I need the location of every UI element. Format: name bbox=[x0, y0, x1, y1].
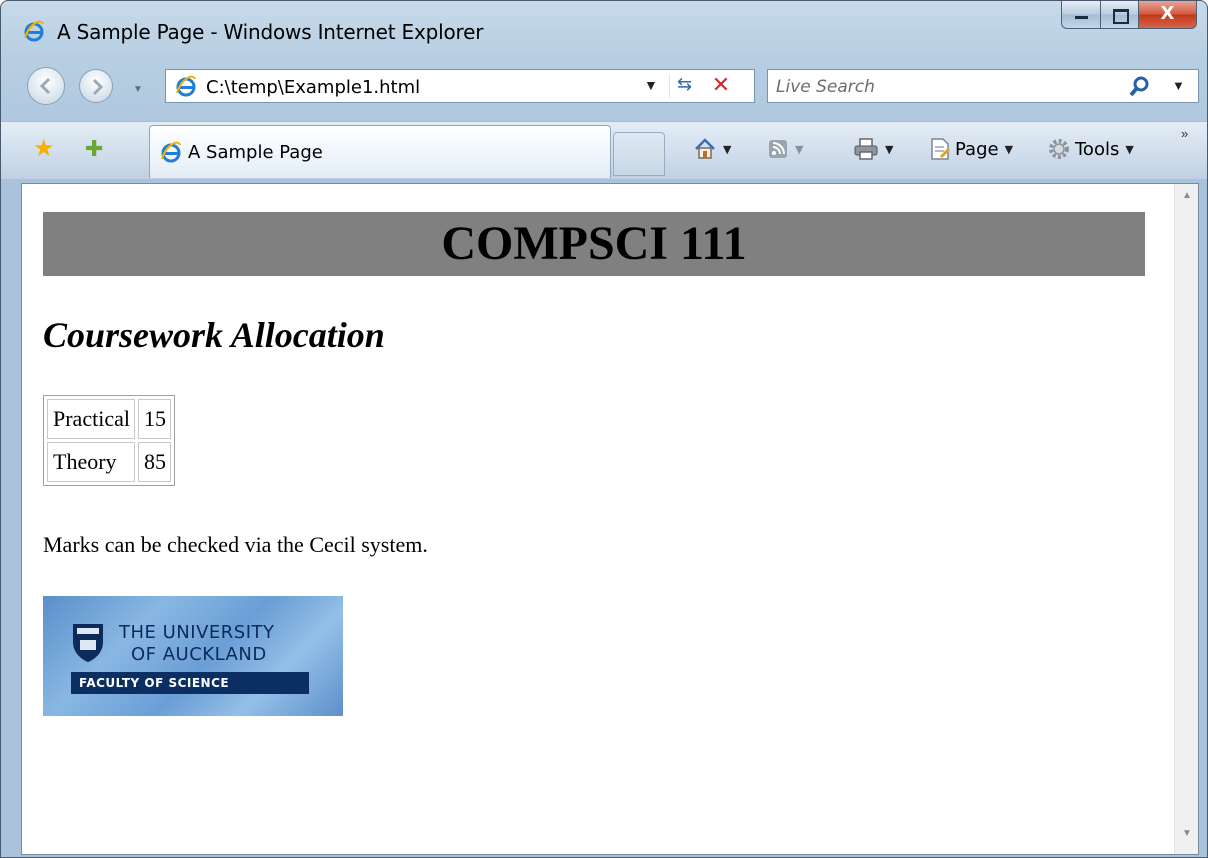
stop-icon[interactable]: ✕ bbox=[706, 72, 736, 100]
address-field[interactable]: C:\temp\Example1.html bbox=[206, 77, 420, 98]
tools-gear-icon bbox=[1049, 139, 1069, 159]
page-viewport: COMPSCI 111 Coursework Allocation Practi… bbox=[21, 183, 1199, 855]
table-row: Practical 15 bbox=[47, 399, 171, 439]
ie-page-icon bbox=[176, 75, 196, 97]
scroll-down-arrow-icon[interactable]: ▼ bbox=[1175, 828, 1199, 848]
feeds-icon bbox=[769, 140, 787, 158]
table-cell-value: 15 bbox=[137, 399, 171, 439]
back-button[interactable] bbox=[27, 67, 65, 105]
search-options-dropdown[interactable]: ▼ bbox=[1172, 78, 1185, 93]
table-cell-label: Theory bbox=[47, 442, 135, 482]
close-icon: X bbox=[1160, 3, 1175, 24]
window-title: A Sample Page - Windows Internet Explore… bbox=[57, 20, 484, 44]
recent-pages-dropdown[interactable]: ▼ bbox=[133, 84, 143, 95]
search-icon[interactable] bbox=[1128, 76, 1152, 98]
page-heading: COMPSCI 111 bbox=[43, 212, 1145, 276]
refresh-icon[interactable]: ⇆ bbox=[669, 74, 699, 98]
caption-buttons: X bbox=[1061, 1, 1197, 29]
forward-button[interactable] bbox=[79, 69, 113, 103]
print-icon bbox=[854, 138, 878, 160]
address-bar[interactable]: C:\temp\Example1.html ▼ ⇆ ✕ bbox=[165, 69, 755, 103]
logo-faculty-band: FACULTY OF SCIENCE bbox=[71, 672, 309, 694]
home-dropdown-icon[interactable]: ▼ bbox=[723, 143, 731, 156]
page-menu-label: Page bbox=[955, 138, 999, 160]
logo-text-line1: THE UNIVERSITY bbox=[119, 622, 275, 643]
back-icon bbox=[39, 77, 51, 95]
table-cell-value: 85 bbox=[137, 442, 171, 482]
tab-a-sample-page[interactable]: A Sample Page bbox=[149, 125, 611, 178]
address-dropdown-icon[interactable]: ▼ bbox=[644, 77, 658, 93]
feeds-button[interactable]: ▼ bbox=[767, 136, 803, 162]
navigation-bar: ▼ C:\temp\Example1.html ▼ ⇆ ✕ ▼ bbox=[1, 59, 1207, 115]
coursework-table: Practical 15 Theory 85 bbox=[43, 395, 175, 486]
table-row: Theory 85 bbox=[47, 442, 171, 482]
add-favorites-icon[interactable]: ✚ bbox=[85, 137, 109, 161]
tab-label: A Sample Page bbox=[188, 142, 323, 163]
search-box[interactable]: ▼ bbox=[767, 69, 1199, 103]
tools-dropdown-icon: ▼ bbox=[1125, 142, 1134, 156]
tools-menu[interactable]: Tools ▼ bbox=[1047, 136, 1134, 162]
ie-icon bbox=[24, 20, 44, 42]
search-input[interactable] bbox=[776, 75, 1106, 99]
forward-icon bbox=[92, 78, 104, 96]
tab-and-command-bar: ★ ✚ A Sample Page ▼ ▼ ▼ Page ▼ Tools ▼ » bbox=[1, 121, 1207, 179]
minimize-button[interactable] bbox=[1061, 1, 1101, 29]
tools-menu-label: Tools bbox=[1075, 138, 1120, 160]
new-tab-button[interactable] bbox=[613, 132, 665, 176]
page-menu[interactable]: Page ▼ bbox=[929, 136, 1013, 162]
home-icon bbox=[695, 138, 715, 159]
maximize-button[interactable] bbox=[1101, 1, 1139, 29]
chevron-more-icon[interactable]: » bbox=[1181, 126, 1188, 141]
page-icon bbox=[931, 138, 951, 160]
page-dropdown-icon: ▼ bbox=[1004, 142, 1014, 156]
logo-text-line2: OF AUCKLAND bbox=[131, 644, 267, 665]
vertical-scrollbar[interactable]: ▲ ▼ bbox=[1174, 184, 1198, 854]
table-cell-label: Practical bbox=[47, 399, 135, 439]
favorites-star-icon[interactable]: ★ bbox=[33, 137, 57, 161]
print-button[interactable]: ▼ bbox=[853, 136, 893, 162]
university-crest-icon bbox=[73, 624, 103, 662]
university-logo-image: THE UNIVERSITY OF AUCKLAND FACULTY OF SC… bbox=[43, 596, 343, 716]
ie-tab-icon bbox=[161, 141, 181, 163]
page-subheading: Coursework Allocation bbox=[43, 315, 385, 355]
browser-window: A Sample Page - Windows Internet Explore… bbox=[0, 0, 1208, 858]
title-bar[interactable]: A Sample Page - Windows Internet Explore… bbox=[1, 1, 1207, 51]
close-button[interactable]: X bbox=[1139, 1, 1197, 29]
scroll-up-arrow-icon[interactable]: ▲ bbox=[1175, 190, 1199, 210]
feeds-dropdown-icon[interactable]: ▼ bbox=[795, 143, 803, 156]
print-dropdown-icon[interactable]: ▼ bbox=[885, 143, 893, 156]
marks-paragraph: Marks can be checked via the Cecil syste… bbox=[43, 532, 428, 557]
home-button[interactable]: ▼ bbox=[693, 136, 731, 162]
